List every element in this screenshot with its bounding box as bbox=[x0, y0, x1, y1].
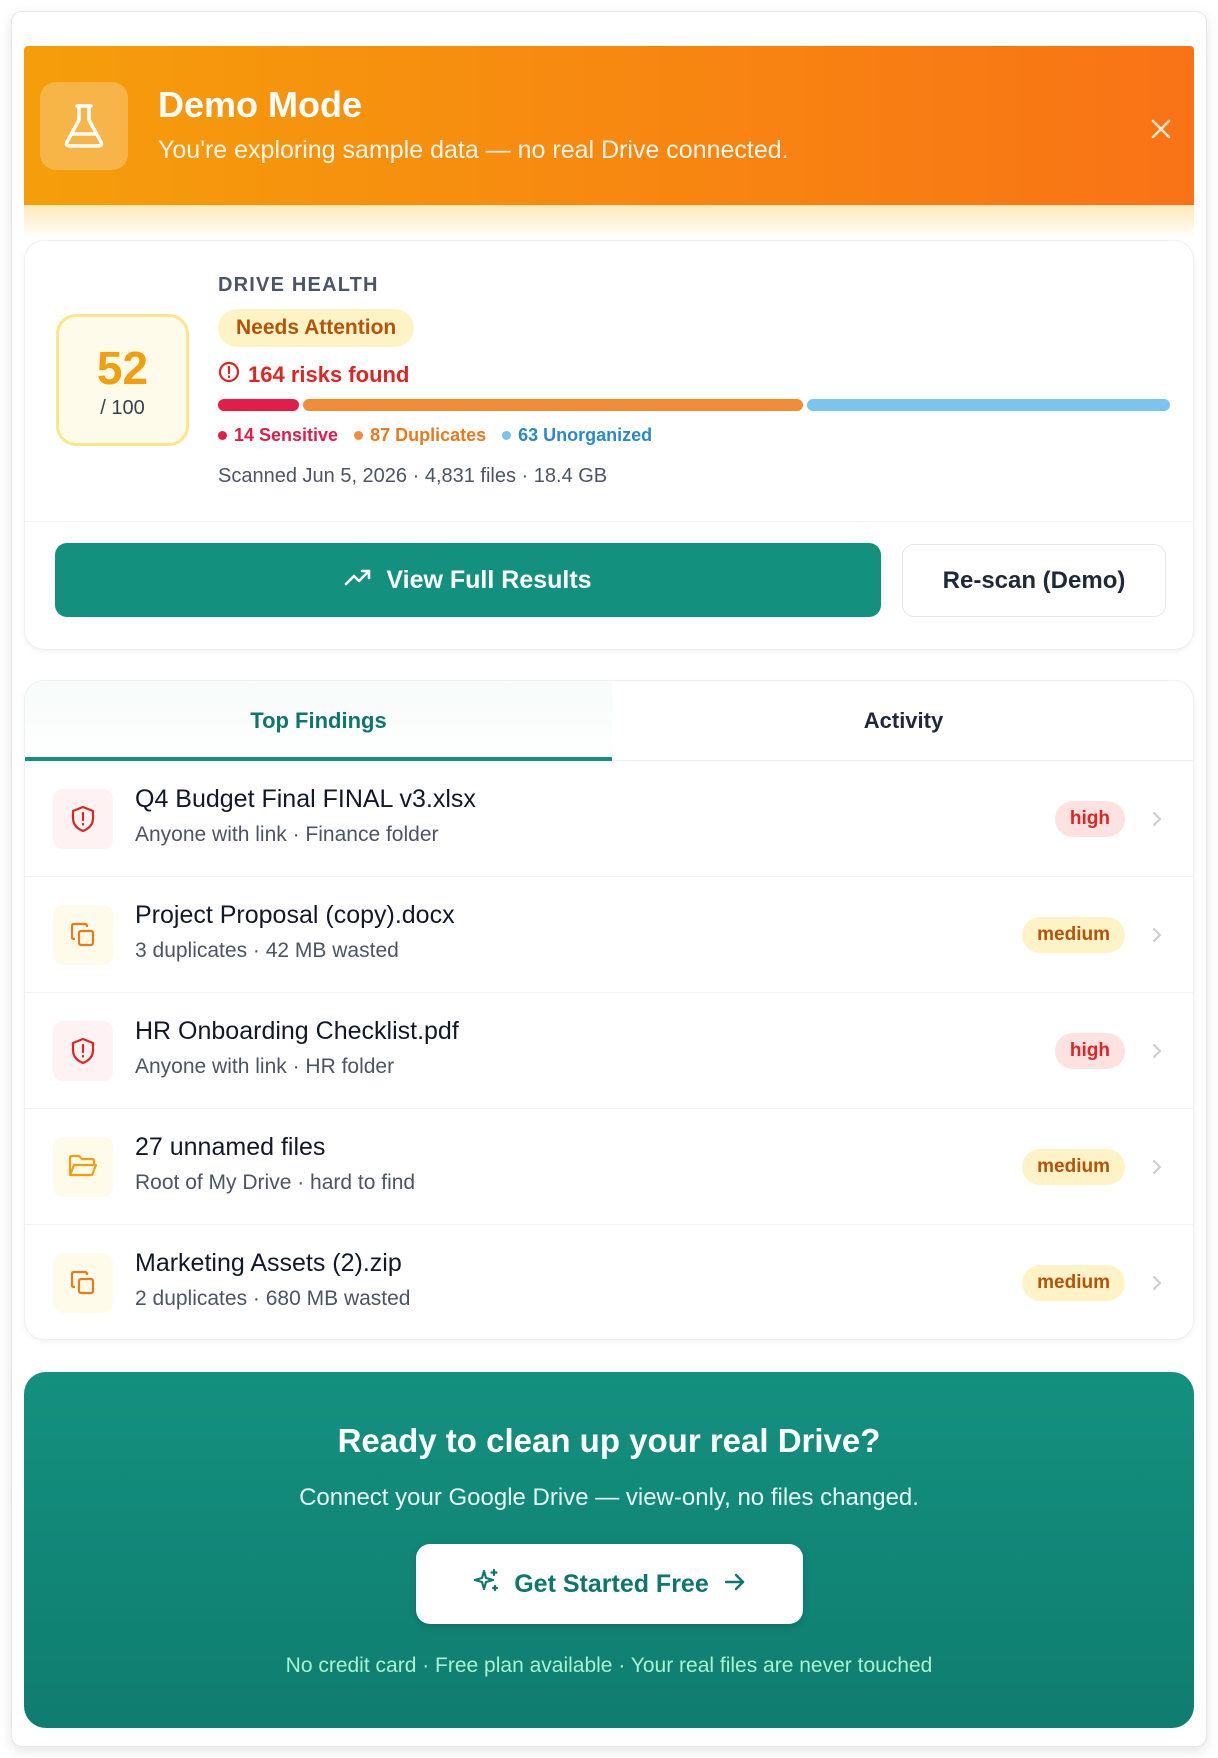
severity-badge: medium bbox=[1022, 917, 1125, 953]
shield-alert-icon bbox=[53, 789, 113, 849]
legend-sensitive: 14 Sensitive bbox=[218, 425, 338, 446]
folder-open-icon bbox=[53, 1137, 113, 1197]
finding-subtitle: 3 duplicates · 42 MB wasted bbox=[135, 939, 399, 962]
tab-top-findings[interactable]: Top Findings bbox=[25, 681, 612, 761]
get-started-button[interactable]: Get Started Free bbox=[416, 1544, 803, 1624]
finding-title: Project Proposal (copy).docx bbox=[135, 901, 455, 929]
sensitive-dot bbox=[218, 431, 227, 440]
finding-row[interactable]: Q4 Budget Final FINAL v3.xlsx Anyone wit… bbox=[25, 761, 1193, 877]
divider bbox=[25, 521, 1193, 522]
shield-alert-icon bbox=[53, 1021, 113, 1081]
status-badge: Needs Attention bbox=[218, 309, 415, 347]
close-icon[interactable] bbox=[1146, 114, 1176, 144]
finding-subtitle: Root of My Drive · hard to find bbox=[135, 1171, 416, 1194]
copy-icon bbox=[53, 1253, 113, 1313]
finding-row[interactable]: Marketing Assets (2).zip 2 duplicates · … bbox=[25, 1225, 1193, 1339]
finding-title: Q4 Budget Final FINAL v3.xlsx bbox=[135, 785, 476, 813]
trending-up-icon bbox=[344, 566, 372, 595]
severity-badge: high bbox=[1054, 1033, 1125, 1069]
finding-subtitle: 2 duplicates · 680 MB wasted bbox=[135, 1287, 411, 1310]
alert-circle-icon bbox=[218, 361, 240, 389]
risks-summary: 164 risks found bbox=[218, 361, 409, 389]
tab-activity[interactable]: Activity bbox=[612, 681, 1193, 761]
banner-title: Demo Mode bbox=[158, 84, 363, 125]
view-full-results-button[interactable]: View Full Results bbox=[55, 543, 881, 617]
chevron-right-icon bbox=[1153, 1044, 1162, 1058]
cta-subtitle: Connect your Google Drive — view-only, n… bbox=[299, 1484, 919, 1511]
demo-mode-banner: Demo Mode You're exploring sample data —… bbox=[24, 46, 1194, 210]
finding-subtitle: Anyone with link · Finance folder bbox=[135, 823, 439, 846]
finding-row[interactable]: 27 unnamed files Root of My Drive · hard… bbox=[25, 1109, 1193, 1225]
rescan-button[interactable]: Re-scan (Demo) bbox=[902, 544, 1166, 617]
chevron-right-icon bbox=[1153, 928, 1162, 942]
sparkles-icon bbox=[472, 1567, 500, 1602]
banner-subtitle: You're exploring sample data — no real D… bbox=[158, 136, 789, 164]
score-max: / 100 bbox=[100, 397, 145, 419]
risk-legend: 14 Sensitive 87 Duplicates 63 Unorganize… bbox=[218, 425, 652, 446]
health-score: 52 / 100 bbox=[56, 314, 189, 446]
arrow-right-icon bbox=[723, 1570, 747, 1599]
finding-title: Marketing Assets (2).zip bbox=[135, 1249, 402, 1277]
chevron-right-icon bbox=[1153, 812, 1162, 826]
drive-health-card: 52 / 100 DRIVE HEALTH Needs Attention 16… bbox=[24, 240, 1194, 650]
chevron-right-icon bbox=[1153, 1276, 1162, 1290]
risks-count: 164 risks found bbox=[248, 362, 410, 387]
legend-sensitive-label: 14 Sensitive bbox=[234, 425, 339, 445]
risk-bar-segment bbox=[302, 399, 804, 411]
copy-icon bbox=[53, 905, 113, 965]
legend-duplicates: 87 Duplicates bbox=[354, 425, 486, 446]
get-started-label: Get Started Free bbox=[514, 1569, 709, 1598]
drive-health-label: DRIVE HEALTH bbox=[218, 274, 379, 296]
duplicates-dot bbox=[354, 431, 364, 440]
upgrade-cta-panel: Ready to clean up your real Drive? Conne… bbox=[24, 1372, 1194, 1728]
finding-title: HR Onboarding Checklist.pdf bbox=[135, 1017, 459, 1045]
score-value: 52 bbox=[96, 342, 149, 394]
tab-bar: Top Findings Activity bbox=[25, 681, 1193, 761]
finding-subtitle: Anyone with link · HR folder bbox=[135, 1055, 395, 1078]
findings-card: Top Findings Activity Q4 Budget Final FI… bbox=[24, 680, 1194, 1340]
legend-unorganized: 63 Unorganized bbox=[502, 425, 652, 446]
severity-badge: medium bbox=[1022, 1149, 1125, 1185]
risk-bar-segment bbox=[807, 399, 1170, 411]
finding-row[interactable]: HR Onboarding Checklist.pdf Anyone with … bbox=[25, 993, 1193, 1109]
chevron-right-icon bbox=[1153, 1160, 1162, 1174]
finding-title: 27 unnamed files bbox=[135, 1133, 326, 1161]
scan-details: Scanned Jun 5, 2026 · 4,831 files · 18.4… bbox=[218, 465, 608, 487]
severity-badge: high bbox=[1054, 801, 1125, 837]
flask-icon bbox=[40, 82, 128, 170]
risk-breakdown-bar bbox=[218, 399, 1170, 411]
risk-bar-segment bbox=[218, 399, 299, 411]
cta-footnote: No credit card · Free plan available · Y… bbox=[285, 1654, 933, 1677]
finding-row[interactable]: Project Proposal (copy).docx 3 duplicate… bbox=[25, 877, 1193, 993]
banner-fade bbox=[24, 205, 1194, 239]
severity-badge: medium bbox=[1022, 1265, 1125, 1301]
view-full-results-label: View Full Results bbox=[386, 565, 592, 594]
legend-duplicates-label: 87 Duplicates bbox=[370, 425, 487, 445]
cta-title: Ready to clean up your real Drive? bbox=[337, 1422, 881, 1459]
unorganized-dot bbox=[502, 431, 512, 440]
legend-unorganized-label: 63 Unorganized bbox=[518, 425, 653, 445]
